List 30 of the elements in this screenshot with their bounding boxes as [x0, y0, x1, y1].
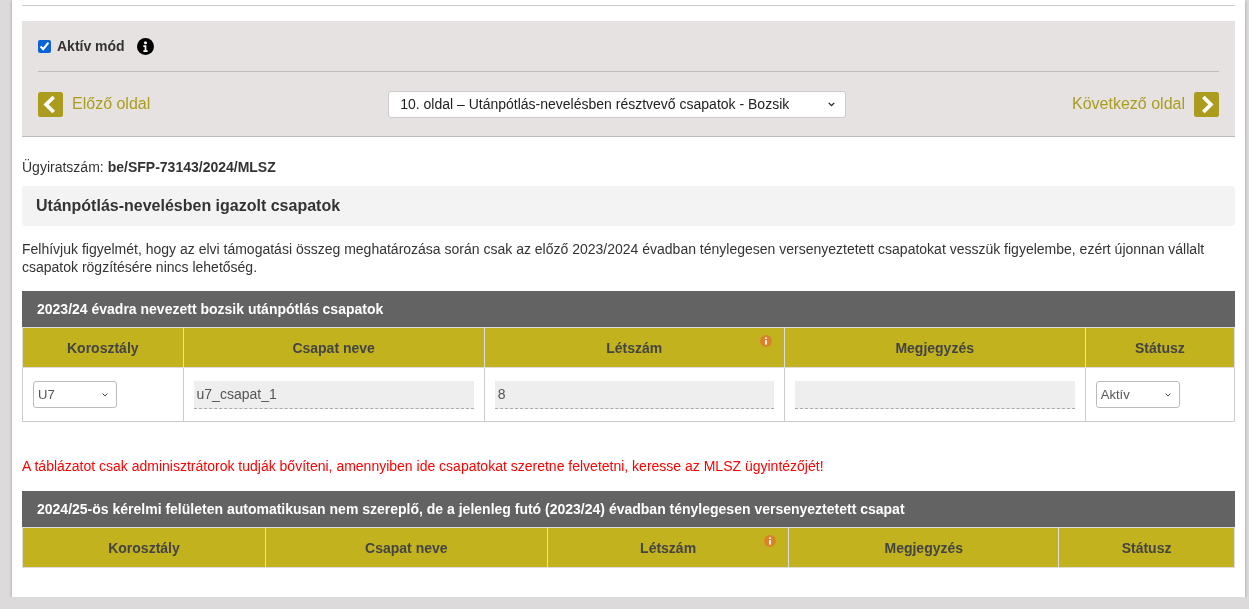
page-select[interactable]: 10. oldal – Utánpótlás-nevelésben résztvevő csapatok - Bozsik — [388, 90, 847, 118]
case-number-label: Ügyiratszám: — [22, 159, 104, 177]
column-header: Létszám — [484, 327, 785, 368]
column-header: Létszám — [547, 527, 789, 568]
info-icon — [136, 37, 154, 55]
checkbox-label[interactable]: Aktív mód — [57, 38, 125, 54]
warning-text: A táblázatot csak adminisztrátorok tudják bővíteni, amennyiben ide csapatokat szeretne felvetetni, keresse az MLSZ ügyintézőjét! — [22, 458, 825, 474]
column-header: Státusz — [1085, 327, 1235, 368]
active-mode-checkbox[interactable] — [38, 39, 51, 53]
input-field[interactable] — [794, 380, 1075, 409]
column-header: Csapat neve — [265, 527, 548, 568]
chevron-right-icon — [1194, 91, 1219, 117]
column-header: Megjegyzés — [784, 327, 1086, 368]
input-field[interactable]: u7_csapat_1 — [193, 380, 474, 409]
column-header: Korosztály — [22, 327, 184, 368]
column-header: Státusz — [1058, 527, 1235, 568]
column-header: Korosztály — [22, 527, 266, 568]
column-header: Csapat neve — [183, 327, 485, 368]
column-header: Megjegyzés — [788, 527, 1059, 568]
table-title: 2023/24 évadra nevezett bozsik utánpótlás csapatok — [22, 291, 1235, 327]
info-icon — [759, 335, 772, 347]
input-field[interactable]: 8 — [494, 380, 774, 409]
dropdown[interactable]: U7 — [33, 381, 117, 408]
dropdown[interactable]: Aktív — [1095, 381, 1180, 408]
info-icon — [764, 535, 777, 547]
section-title: Utánpótlás-nevelésben igazolt csapatok — [22, 186, 1235, 226]
table-title: 2024/25-ös kérelmi felületen automatikusan nem szereplő, de a jelenleg futó (2023/24) évadban ténylegesen versenyeztetett csapat — [22, 491, 1235, 527]
case-number-value: be/SFP-73143/2024/MLSZ — [107, 159, 276, 177]
chevron-left-icon — [38, 91, 63, 117]
notice-text: Felhívjuk figyelmét, hogy az elvi támogatási összeg meghatározása során csak az előző 2023/2024 évadban ténylegesen versenyeztetett csapatokat vesszük figyelembe, ezért újonnan vállalt csapatok rögzítésére nincs lehetőség. — [22, 240, 1206, 276]
